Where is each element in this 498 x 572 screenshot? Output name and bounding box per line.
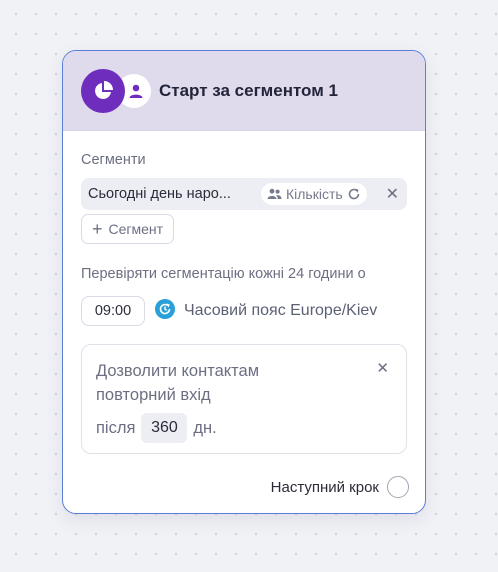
- refresh-icon[interactable]: [347, 187, 361, 201]
- clock-refresh-icon: [155, 298, 175, 324]
- timezone-text: Часовий пояс Europe/Kiev: [184, 302, 378, 319]
- segment-item[interactable]: Сьогодні день наро... Кількість ✕: [81, 178, 407, 210]
- node-header[interactable]: Старт за сегментом 1: [63, 51, 425, 131]
- time-input[interactable]: 09:00: [81, 296, 145, 326]
- pie-chart-icon: [81, 68, 125, 113]
- segment-name: Сьогодні день наро...: [88, 186, 231, 202]
- users-icon: [267, 188, 282, 199]
- add-segment-label: Сегмент: [108, 221, 164, 237]
- segment-start-node[interactable]: Старт за сегментом 1 Сегменти Сьогодні д…: [62, 50, 426, 514]
- count-button[interactable]: Кількість: [261, 183, 367, 205]
- next-step-label: Наступний крок: [270, 478, 379, 496]
- remove-segment-icon[interactable]: ✕: [386, 184, 399, 204]
- schedule-label: Перевіряти сегментацію кожні 24 години о: [81, 266, 366, 282]
- next-step[interactable]: Наступний крок: [271, 476, 409, 498]
- segments-label: Сегменти: [81, 152, 146, 168]
- after-label: після: [96, 418, 136, 437]
- reentry-panel: Дозволити контактам повторний вхід ✕ піс…: [81, 344, 407, 454]
- reentry-text: Дозволити контактам повторний вхід: [96, 362, 260, 404]
- add-segment-button[interactable]: + Сегмент: [81, 214, 175, 244]
- next-step-connector[interactable]: [387, 476, 409, 498]
- node-title: Старт за сегментом 1: [159, 80, 338, 100]
- days-unit: дн.: [193, 418, 217, 437]
- plus-icon: +: [92, 219, 103, 239]
- count-label: Кількість: [286, 186, 343, 202]
- close-icon[interactable]: ✕: [376, 359, 389, 377]
- days-input[interactable]: 360: [141, 413, 188, 443]
